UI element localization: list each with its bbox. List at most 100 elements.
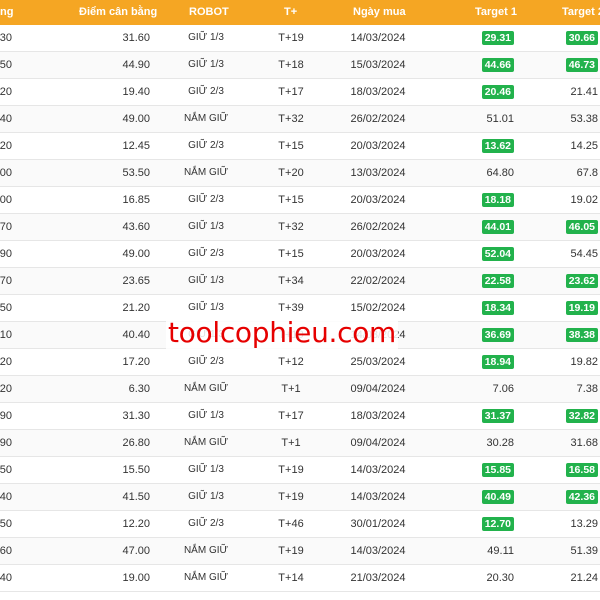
cell-diem-can-bang: 53.50 (122, 167, 150, 179)
table-row[interactable]: 70 43.60 GIỮ 1/3 T+32 26/02/2024 44.01 46.05 (0, 214, 600, 241)
target-1-value: 30.28 (486, 437, 514, 449)
table-row[interactable]: 40 41.50 GIỮ 1/3 T+19 14/03/2024 40.49 42.36 (0, 484, 600, 511)
cell-truncated: 20 (0, 356, 12, 368)
target-1-badge: 22.58 (481, 274, 514, 288)
cell-diem-can-bang: 15.50 (122, 464, 150, 476)
target-2-badge: 46.73 (565, 58, 598, 72)
cell-target-1: 18.94 (481, 349, 514, 375)
date-label: 09/04/2024 (350, 383, 406, 395)
cell-truncated: 70 (0, 221, 12, 233)
table-row[interactable]: 70 23.65 GIỮ 1/3 T+34 22/02/2024 22.58 23.62 (0, 268, 600, 295)
cell-target-2: 31.68 (570, 430, 598, 456)
header-col-truncated[interactable]: ng (0, 0, 13, 25)
cell-target-1: 20.46 (481, 79, 514, 105)
cell-truncated: 40 (0, 113, 12, 125)
table-row[interactable]: 00 53.50 NẮM GIỮ T+20 13/03/2024 64.80 67.8 (0, 160, 600, 187)
cell-target-1: 20.30 (486, 565, 514, 591)
target-1-value: 64.80 (486, 167, 514, 179)
header-target-1[interactable]: Target 1 (475, 0, 517, 25)
cell-diem-can-bang: 43.60 (122, 221, 150, 233)
target-2-value: 19.82 (570, 356, 598, 368)
table-row[interactable]: 20 6.30 NẮM GIỮ T+1 09/04/2024 7.06 7.38 (0, 376, 600, 403)
cell-diem-can-bang: 19.00 (122, 572, 150, 584)
date-label: 20/03/2024 (350, 248, 406, 260)
cell-diem-can-bang: 41.50 (122, 491, 150, 503)
table-row[interactable]: 30 31.60 GIỮ 1/3 T+19 14/03/2024 29.31 30.66 (0, 25, 600, 52)
t-plus-label: T+17 (278, 410, 304, 422)
cell-target-1: 13.62 (481, 133, 514, 159)
cell-truncated: 90 (0, 248, 12, 260)
target-1-badge: 40.49 (481, 490, 514, 504)
cell-target-2: 32.82 (565, 403, 598, 429)
robot-label: GIỮ 2/3 (188, 518, 224, 529)
target-2-badge: 16.58 (565, 463, 598, 477)
target-1-value: 49.11 (487, 545, 514, 557)
cell-target-1: 29.31 (481, 25, 514, 51)
target-2-badge: 42.36 (565, 490, 598, 504)
cell-target-2: 21.41 (570, 79, 598, 105)
cell-truncated: 50 (0, 464, 12, 476)
cell-truncated: 40 (0, 572, 12, 584)
cell-truncated: 20 (0, 86, 12, 98)
t-plus-label: T+19 (278, 32, 304, 44)
robot-label: GIỮ 1/3 (188, 491, 224, 502)
target-2-badge: 30.66 (565, 31, 598, 45)
header-t-plus[interactable]: T+ (284, 0, 297, 25)
header-diem-can-bang[interactable]: Điểm cân bằng (79, 0, 157, 25)
target-1-value: 20.30 (486, 572, 514, 584)
header-ngay-mua[interactable]: Ngày mua (353, 0, 406, 25)
cell-diem-can-bang: 47.00 (122, 545, 150, 557)
t-plus-label: T+19 (278, 464, 304, 476)
cell-target-2: 51.39 (570, 538, 598, 564)
cell-diem-can-bang: 31.30 (122, 410, 150, 422)
cell-truncated: 20 (0, 383, 12, 395)
t-plus-label: T+34 (278, 275, 304, 287)
table-row[interactable]: 50 12.20 GIỮ 2/3 T+46 30/01/2024 12.70 13.29 (0, 511, 600, 538)
robot-label: GIỮ 2/3 (188, 86, 224, 97)
target-1-badge: 52.04 (481, 247, 514, 261)
t-plus-label: T+20 (278, 167, 304, 179)
cell-truncated: 20 (0, 140, 12, 152)
table-row[interactable]: 60 47.00 NẮM GIỮ T+19 14/03/2024 49.11 51.39 (0, 538, 600, 565)
robot-label: GIỮ 1/3 (188, 32, 224, 43)
table-row[interactable]: 20 12.45 GIỮ 2/3 T+15 20/03/2024 13.62 14.25 (0, 133, 600, 160)
cell-diem-can-bang: 16.85 (122, 194, 150, 206)
table-row[interactable]: 90 31.30 GIỮ 1/3 T+17 18/03/2024 31.37 32.82 (0, 403, 600, 430)
target-2-badge: 46.05 (565, 220, 598, 234)
cell-target-2: 21.24 (570, 565, 598, 591)
target-2-value: 14.25 (570, 140, 598, 152)
header-target-2[interactable]: Target 2 (562, 0, 600, 25)
table-row[interactable]: 40 49.00 NẮM GIỮ T+32 26/02/2024 51.01 53.38 (0, 106, 600, 133)
robot-label: GIỮ 2/3 (188, 356, 224, 367)
date-label: 22/02/2024 (350, 275, 406, 287)
table-row[interactable]: 20 19.40 GIỮ 2/3 T+17 18/03/2024 20.46 21.41 (0, 79, 600, 106)
cell-target-1: 36.69 (481, 322, 514, 348)
table-row[interactable]: 20 17.20 GIỮ 2/3 T+12 25/03/2024 18.94 19.82 (0, 349, 600, 376)
table-row[interactable]: 00 16.85 GIỮ 2/3 T+15 20/03/2024 18.18 19.02 (0, 187, 600, 214)
table-row[interactable]: 90 49.00 GIỮ 2/3 T+15 20/03/2024 52.04 54.45 (0, 241, 600, 268)
robot-label: NẮM GIỮ (183, 437, 229, 448)
table-row[interactable]: 50 44.90 GIỮ 1/3 T+18 15/03/2024 44.66 46.73 (0, 52, 600, 79)
target-1-badge: 29.31 (481, 31, 514, 45)
table-row[interactable]: 50 15.50 GIỮ 1/3 T+19 14/03/2024 15.85 16.58 (0, 457, 600, 484)
cell-truncated: 90 (0, 437, 12, 449)
cell-target-2: 46.05 (565, 214, 598, 240)
date-label: 13/03/2024 (350, 167, 406, 179)
cell-truncated: 40 (0, 491, 12, 503)
table-row[interactable]: 90 26.80 NẮM GIỮ T+1 09/04/2024 30.28 31.68 (0, 430, 600, 457)
date-label: 18/03/2024 (350, 86, 406, 98)
t-plus-label: T+17 (278, 86, 304, 98)
header-robot[interactable]: ROBOT (189, 0, 229, 25)
cell-target-2: 23.62 (565, 268, 598, 294)
cell-target-1: 52.04 (481, 241, 514, 267)
t-plus-label: T+19 (278, 545, 304, 557)
t-plus-label: T+15 (278, 194, 304, 206)
t-plus-label: T+15 (278, 140, 304, 152)
robot-label: GIỮ 1/3 (188, 464, 224, 475)
date-label: 14/03/2024 (350, 32, 406, 44)
cell-target-1: 7.06 (493, 376, 514, 402)
table-row[interactable]: 40 19.00 NẮM GIỮ T+14 21/03/2024 20.30 21.24 (0, 565, 600, 592)
t-plus-label: T+1 (281, 437, 301, 449)
date-label: 21/03/2024 (350, 572, 406, 584)
target-1-badge: 13.62 (481, 139, 514, 153)
